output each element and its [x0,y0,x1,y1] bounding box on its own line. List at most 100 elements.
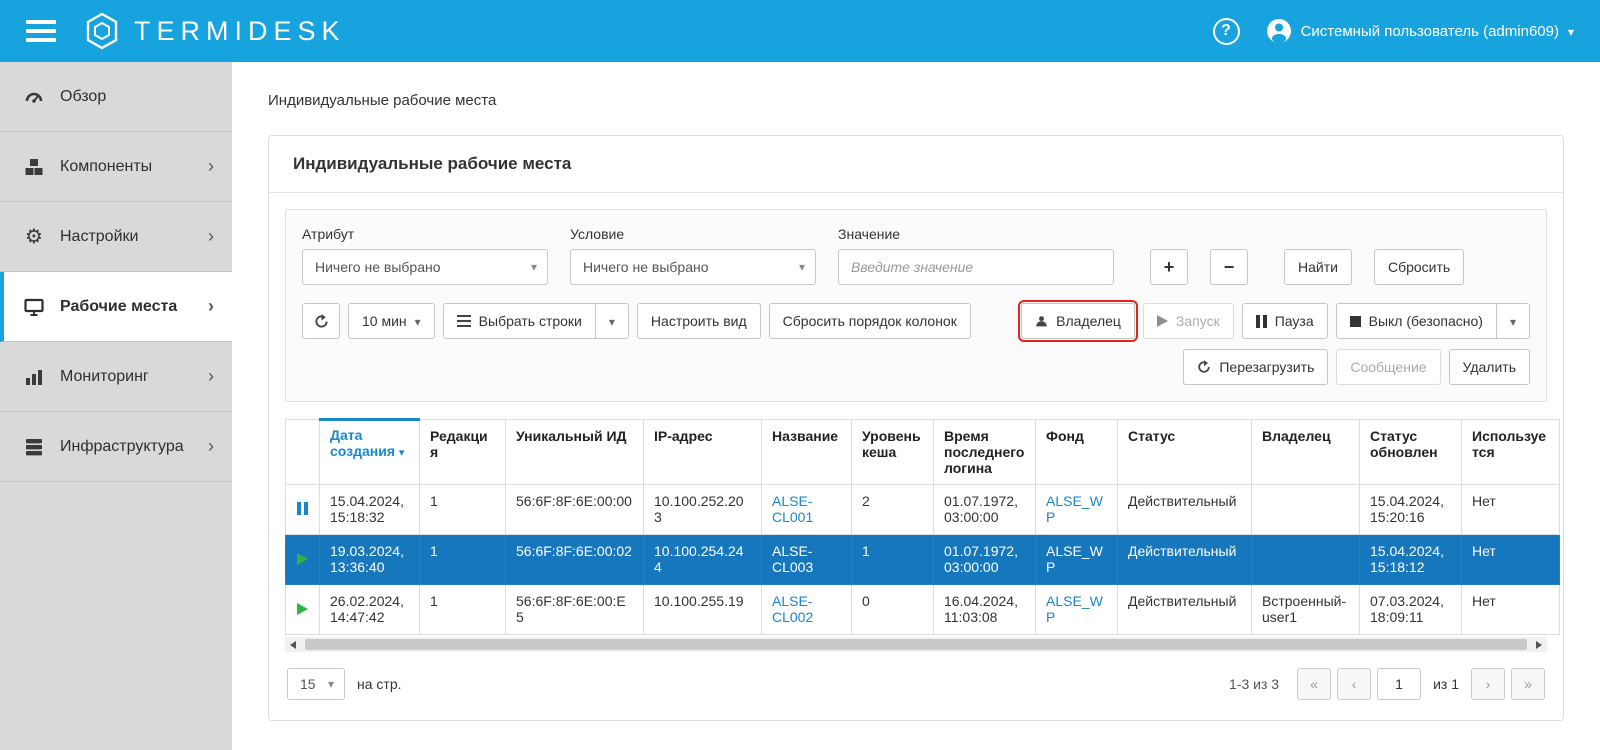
panel-title: Индивидуальные рабочие места [269,136,1563,193]
col-revision[interactable]: Редакция [420,420,506,485]
pause-button[interactable]: Пауза [1242,303,1328,339]
value-input[interactable] [838,249,1114,285]
col-last-login[interactable]: Время последнего логина [934,420,1036,485]
scroll-right-icon[interactable] [1531,637,1547,652]
sort-desc-icon: ▾ [399,447,405,459]
value-label: Значение [838,226,1114,242]
table-row[interactable]: 15.04.2024, 15:18:32 1 56:6F:8F:6E:00:00… [286,485,1560,535]
pause-icon [297,502,308,515]
workplace-link[interactable]: ALSE-CL002 [772,593,813,625]
sidebar-item-label: Рабочие места [60,298,177,316]
pool-link[interactable]: ALSE_WP [1046,593,1103,625]
scrollbar-thumb[interactable] [305,639,1527,650]
scroll-left-icon[interactable] [285,637,301,652]
add-filter-button[interactable]: + [1150,249,1188,285]
per-page-select[interactable]: 15 [287,668,345,700]
list-icon [457,315,471,327]
sidebar-item-label: Обзор [60,88,106,106]
condition-select[interactable]: Ничего не выбрано [570,249,816,285]
cell-status-updated: 15.04.2024, 15:20:16 [1360,485,1462,535]
col-uid[interactable]: Уникальный ИД [506,420,644,485]
prev-page-button[interactable]: ‹ [1337,668,1371,700]
reboot-button[interactable]: Перезагрузить [1183,349,1328,385]
monitoring-icon [22,367,46,387]
pool-link[interactable]: ALSE_WP [1046,493,1103,525]
sidebar-item-components[interactable]: Компоненты › [0,132,232,202]
sidebar-item-infrastructure[interactable]: Инфраструктура › [0,412,232,482]
remove-filter-button[interactable]: − [1210,249,1248,285]
breadcrumb: Индивидуальные рабочие места [232,62,1600,135]
workplace-link[interactable]: ALSE-CL001 [772,493,813,525]
topbar: TERMIDESK ? Системный пользователь (admi… [0,0,1600,62]
attribute-select[interactable]: Ничего не выбрано [302,249,548,285]
last-page-button[interactable]: » [1511,668,1545,700]
stop-icon [1350,316,1361,327]
col-owner[interactable]: Владелец [1252,420,1360,485]
first-page-button[interactable]: « [1297,668,1331,700]
cell-used: Нет [1462,585,1560,635]
owner-button[interactable]: Владелец [1021,303,1135,339]
workplaces-icon [22,297,46,317]
sidebar-item-label: Настройки [60,228,138,246]
cell-revision: 1 [420,535,506,585]
cell-status: Действительный [1118,485,1252,535]
refresh-icon [1197,360,1211,374]
delete-button[interactable]: Удалить [1449,349,1530,385]
col-used[interactable]: Используется [1462,420,1560,485]
sidebar-item-workplaces[interactable]: Рабочие места › [0,272,232,342]
pool-link[interactable]: ALSE_WP [1046,543,1103,575]
controls-box: Атрибут Ничего не выбрано Условие Ничего… [285,209,1547,402]
power-off-safe-button[interactable]: Выкл (безопасно) [1336,303,1497,339]
cell-created: 26.02.2024, 14:47:42 [320,585,420,635]
brand: TERMIDESK [82,11,346,51]
settings-icon: ⚙ [22,224,46,249]
attribute-label: Атрибут [302,226,548,242]
col-status[interactable]: Статус [1118,420,1252,485]
col-state [286,420,320,485]
cell-created: 19.03.2024, 13:36:40 [320,535,420,585]
help-icon[interactable]: ? [1213,18,1240,45]
col-cache[interactable]: Уровень кеша [852,420,934,485]
user-avatar-icon [1266,18,1292,44]
sidebar-item-overview[interactable]: Обзор [0,62,232,132]
table-row-selected[interactable]: 19.03.2024, 13:36:40 1 56:6F:8F:6E:00:02… [286,535,1560,585]
cell-status: Действительный [1118,585,1252,635]
col-status-updated[interactable]: Статус обновлен [1360,420,1462,485]
col-ip[interactable]: IP-адрес [644,420,762,485]
table-row[interactable]: 26.02.2024, 14:47:42 1 56:6F:8F:6E:00:E5… [286,585,1560,635]
next-page-button[interactable]: › [1471,668,1505,700]
horizontal-scrollbar[interactable] [285,637,1547,652]
message-button[interactable]: Сообщение [1336,349,1440,385]
table-footer: 15 на стр. 1-3 из 3 « ‹ из 1 › » [285,668,1547,704]
workplace-link[interactable]: ALSE-CL003 [772,543,813,575]
person-icon [1035,315,1048,328]
chevron-right-icon: › [208,156,214,177]
configure-view-button[interactable]: Настроить вид [637,303,761,339]
reset-columns-button[interactable]: Сбросить порядок колонок [769,303,971,339]
cell-owner [1252,535,1360,585]
page-of-label: из 1 [1433,676,1459,692]
interval-dropdown[interactable]: 10 мин [348,303,435,339]
find-button[interactable]: Найти [1284,249,1352,285]
sidebar-item-monitoring[interactable]: Мониторинг › [0,342,232,412]
col-pool[interactable]: Фонд [1036,420,1118,485]
brand-name: TERMIDESK [134,16,346,47]
user-menu[interactable]: Системный пользователь (admin609) [1266,18,1574,44]
select-rows-button[interactable]: Выбрать строки [443,303,596,339]
menu-icon[interactable] [26,20,56,42]
col-name[interactable]: Название [762,420,852,485]
main-content: Индивидуальные рабочие места Индивидуаль… [232,62,1600,750]
reset-button[interactable]: Сбросить [1374,249,1464,285]
condition-select-value: Ничего не выбрано [583,259,709,275]
workplaces-table: Дата создания ▾ Редакция Уникальный ИД I… [285,418,1560,635]
col-created[interactable]: Дата создания ▾ [320,420,420,485]
refresh-button[interactable] [302,303,340,339]
start-button[interactable]: Запуск [1143,303,1234,339]
cell-revision: 1 [420,585,506,635]
play-icon [297,553,308,565]
select-rows-dropdown[interactable] [595,303,629,339]
power-off-dropdown[interactable] [1496,303,1530,339]
sidebar-item-settings[interactable]: ⚙ Настройки › [0,202,232,272]
page-input[interactable] [1377,668,1421,700]
play-icon [1157,315,1168,327]
